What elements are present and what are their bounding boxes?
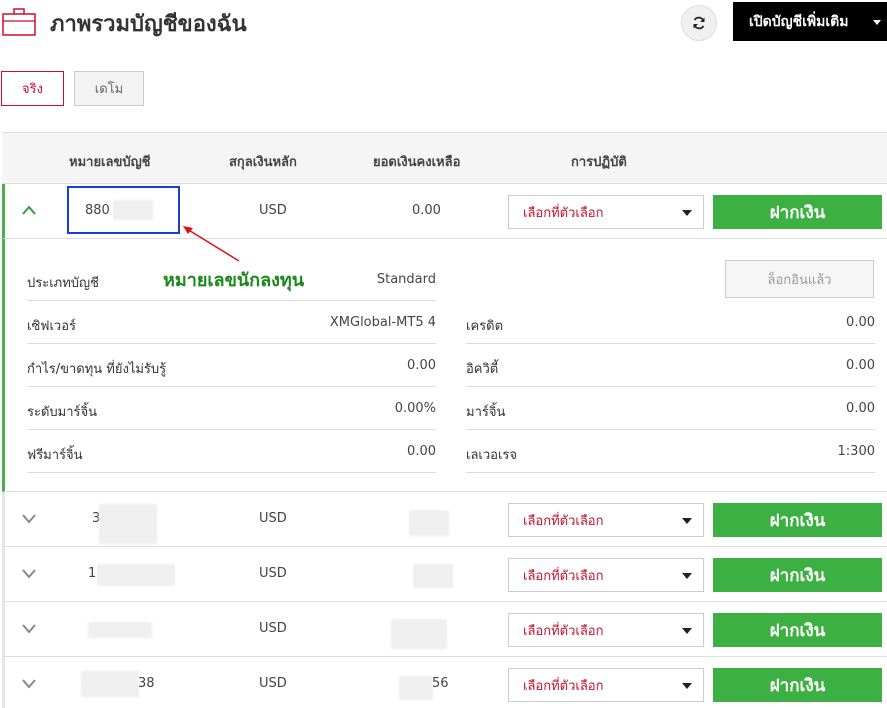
- table-row: 1 USD เลือกที่ตัวเลือก ฝากเงิน: [2, 547, 887, 602]
- caret-down-icon: [682, 628, 692, 634]
- redaction: [409, 510, 449, 536]
- detail-row: มาร์จิ้น 0.00: [466, 387, 875, 430]
- currency: USD: [259, 203, 287, 218]
- action-select-label: เลือกที่ตัวเลือก: [523, 568, 604, 584]
- detail-value: 0.00: [846, 358, 875, 373]
- deposit-button[interactable]: ฝากเงิน: [713, 668, 882, 702]
- detail-row: อิควิตี้ 0.00: [466, 344, 875, 387]
- action-select[interactable]: เลือกที่ตัวเลือก: [508, 503, 704, 537]
- refresh-button[interactable]: [681, 5, 717, 41]
- currency: USD: [259, 676, 287, 691]
- caret-down-icon: [682, 683, 692, 689]
- redaction: [413, 564, 453, 588]
- redaction: [99, 504, 157, 544]
- detail-label: เลเวอเรจ: [466, 448, 518, 463]
- tab-real[interactable]: จริง: [1, 71, 64, 106]
- header-base-currency: สกุลเงินหลัก: [229, 155, 297, 170]
- detail-label: ประเภทบัญชี: [27, 276, 99, 291]
- detail-row: ประเภทบัญชี Standard: [27, 258, 436, 301]
- detail-value: 0.00: [846, 315, 875, 330]
- redaction: [97, 564, 175, 586]
- account-number: 880: [85, 203, 110, 218]
- detail-value: 0.00%: [394, 401, 436, 416]
- table-row: 3 USD เลือกที่ตัวเลือก ฝากเงิน: [2, 492, 887, 547]
- detail-label: เซิฟเวอร์: [27, 319, 77, 334]
- redaction: [399, 676, 433, 700]
- chevron-down-icon[interactable]: [21, 512, 37, 524]
- header-actions: การปฏิบัติ: [571, 155, 627, 170]
- action-select-label: เลือกที่ตัวเลือก: [523, 623, 604, 639]
- chevron-down-icon[interactable]: [21, 622, 37, 634]
- detail-label: ฟรีมาร์จิ้น: [27, 448, 83, 463]
- detail-value: XMGlobal-MT5 4: [329, 315, 436, 330]
- detail-label: ระดับมาร์จิ้น: [27, 405, 98, 420]
- page-title: ภาพรวมบัญชีของฉัน: [50, 12, 247, 37]
- detail-label: อิควิตี้: [466, 362, 499, 377]
- deposit-button[interactable]: ฝากเงิน: [713, 558, 882, 592]
- open-more-accounts-button[interactable]: เปิดบัญชีเพิ่มเติม: [733, 2, 887, 41]
- table-row: USD เลือกที่ตัวเลือก ฝากเงิน: [2, 602, 887, 657]
- chevron-down-icon[interactable]: [21, 677, 37, 689]
- deposit-button[interactable]: ฝากเงิน: [713, 503, 882, 537]
- tab-demo[interactable]: เดโม: [74, 71, 144, 106]
- account-number: 1: [88, 566, 97, 581]
- balance: 56: [432, 676, 449, 691]
- open-more-accounts-label: เปิดบัญชีเพิ่มเติม: [749, 13, 849, 30]
- account-number: 38: [138, 676, 155, 691]
- detail-value: Standard: [376, 272, 436, 287]
- header-account-number: หมายเลขบัญชี: [69, 155, 151, 170]
- chevron-up-icon[interactable]: [21, 204, 37, 216]
- caret-down-icon: [873, 20, 881, 25]
- action-select[interactable]: เลือกที่ตัวเลือก: [508, 668, 704, 702]
- annotation-arrow-icon: [183, 226, 240, 262]
- briefcase-icon: [2, 8, 36, 36]
- action-select-label: เลือกที่ตัวเลือก: [523, 513, 604, 529]
- detail-value: 1:300: [837, 444, 875, 459]
- detail-value: 0.00: [407, 358, 436, 373]
- page-header: ภาพรวมบัญชีของฉัน เปิดบัญชีเพิ่มเติม: [0, 0, 887, 46]
- detail-label: เครดิต: [466, 319, 504, 334]
- action-select-label: เลือกที่ตัวเลือก: [523, 205, 604, 221]
- balance: 0.00: [412, 203, 441, 218]
- detail-row: ระดับมาร์จิ้น 0.00%: [27, 387, 436, 430]
- detail-label: มาร์จิ้น: [466, 405, 506, 420]
- redaction: [113, 200, 153, 220]
- deposit-button[interactable]: ฝากเงิน: [713, 195, 882, 229]
- detail-label: กำไร/ขาดทุน ที่ยังไม่รับรู้: [27, 362, 167, 377]
- refresh-icon: [693, 16, 705, 30]
- detail-row: เซิฟเวอร์ XMGlobal-MT5 4: [27, 301, 436, 344]
- redaction: [88, 622, 152, 638]
- detail-row: เลเวอเรจ 1:300: [466, 430, 875, 473]
- redaction: [391, 619, 447, 649]
- table-header: หมายเลขบัญชี สกุลเงินหลัก ยอดเงินคงเหลือ…: [2, 132, 887, 184]
- caret-down-icon: [682, 573, 692, 579]
- deposit-button[interactable]: ฝากเงิน: [713, 613, 882, 647]
- caret-down-icon: [682, 210, 692, 216]
- caret-down-icon: [682, 518, 692, 524]
- action-select[interactable]: เลือกที่ตัวเลือก: [508, 195, 704, 229]
- detail-row: ฟรีมาร์จิ้น 0.00: [27, 430, 436, 473]
- chevron-down-icon[interactable]: [21, 567, 37, 579]
- logged-in-button: ล็อกอินแล้ว: [725, 260, 874, 298]
- header-balance: ยอดเงินคงเหลือ: [373, 155, 461, 170]
- currency: USD: [259, 511, 287, 526]
- account-details-panel: หมายเลขนักลงทุน ล็อกอินแล้ว ประเภทบัญชี …: [2, 226, 887, 492]
- table-row: 880 USD 0.00 เลือกที่ตัวเลือก ฝากเงิน: [2, 184, 887, 239]
- currency: USD: [259, 621, 287, 636]
- action-select[interactable]: เลือกที่ตัวเลือก: [508, 558, 704, 592]
- detail-row: กำไร/ขาดทุน ที่ยังไม่รับรู้ 0.00: [27, 344, 436, 387]
- redaction: [81, 671, 139, 697]
- currency: USD: [259, 566, 287, 581]
- table-row: 38 USD 56 เลือกที่ตัวเลือก ฝากเงิน: [2, 657, 887, 708]
- detail-value: 0.00: [846, 401, 875, 416]
- action-select-label: เลือกที่ตัวเลือก: [523, 678, 604, 694]
- detail-row: เครดิต 0.00: [466, 301, 875, 344]
- action-select[interactable]: เลือกที่ตัวเลือก: [508, 613, 704, 647]
- detail-value: 0.00: [407, 444, 436, 459]
